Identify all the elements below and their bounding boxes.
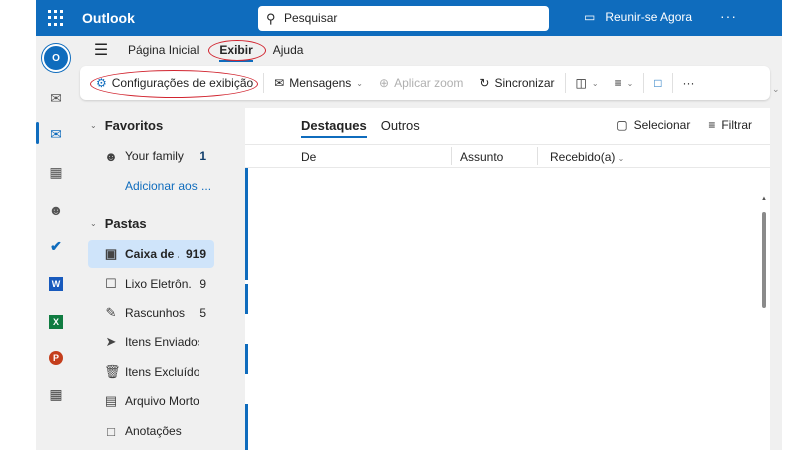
- search-input[interactable]: ⚲ Pesquisar: [258, 6, 549, 31]
- ribbon-tabs: ☰ Página Inicial Exibir Ajuda: [76, 36, 313, 64]
- word-icon[interactable]: W: [48, 277, 64, 291]
- app-name: Outlook: [82, 10, 135, 26]
- column-received[interactable]: Recebido(a) ⌄: [550, 150, 624, 164]
- immersive-reader-button[interactable]: □: [646, 76, 669, 90]
- folder-inbox[interactable]: ▣Caixa de ...919: [88, 240, 214, 268]
- folder-deleted[interactable]: 🗑 Itens Excluídos: [88, 358, 214, 386]
- select-button[interactable]: ▢ Selecionar: [616, 118, 690, 132]
- more-options-button[interactable]: ···: [720, 8, 737, 24]
- chevron-down-icon: ⌄: [90, 121, 97, 130]
- divider: [564, 73, 566, 93]
- outlook-logo-icon[interactable]: O: [42, 44, 70, 72]
- outlook-app: Outlook ⚲ Pesquisar ▭ Reunir-se Agora ··· …: [36, 0, 782, 450]
- column-divider: [537, 147, 538, 165]
- selected-indicator: [36, 122, 39, 144]
- trash-icon: 🗑: [104, 364, 121, 379]
- messages-button[interactable]: ✉ Mensagens ⌄: [266, 76, 371, 90]
- column-subject[interactable]: Assunto: [460, 150, 503, 164]
- folder-junk[interactable]: ☐ Lixo Eletrôn... 9: [88, 270, 214, 298]
- filter-icon: ≡: [708, 118, 716, 132]
- tab-focused[interactable]: Destaques: [301, 118, 367, 138]
- layout-button[interactable]: ◫ ⌄: [568, 76, 607, 90]
- zoom-icon: ⊕: [379, 76, 390, 90]
- tab-other[interactable]: Outros: [381, 118, 420, 138]
- scroll-up-icon[interactable]: ▲: [761, 196, 767, 202]
- archive-icon: ▤: [104, 393, 118, 408]
- drafts-icon: ✎: [105, 305, 117, 320]
- zoom-button[interactable]: ⊕ Aplicar zoom: [371, 76, 471, 90]
- group-icon: ☻: [104, 148, 118, 164]
- annotation-oval: [208, 40, 266, 61]
- folder-notes[interactable]: □ Anotações: [88, 417, 214, 445]
- menu-icon[interactable]: ☰: [84, 40, 118, 60]
- unread-indicator: [245, 404, 248, 450]
- favorites-header[interactable]: ⌄ Favoritos: [90, 118, 163, 133]
- notes-icon: □: [107, 423, 115, 439]
- collapse-ribbon-icon[interactable]: ⌄: [772, 84, 780, 95]
- divider: [263, 73, 265, 93]
- meet-now-button[interactable]: ▭ Reunir-se Agora: [584, 10, 692, 24]
- tab-home[interactable]: Página Inicial: [118, 36, 209, 64]
- sync-icon: ↻: [479, 76, 490, 90]
- divider: [643, 73, 645, 93]
- inbox-icon: ▣: [104, 246, 118, 261]
- folder-archive[interactable]: ▤ Arquivo Morto: [88, 387, 214, 415]
- inbox-tabs: Destaques Outros: [301, 118, 420, 138]
- new-mail-icon[interactable]: ✉: [46, 88, 66, 108]
- app-rail: O ✉ ✉ ▦ ☻ ✔ W X P ▦: [36, 36, 76, 450]
- column-headers: De Assunto Recebido(a) ⌄: [245, 144, 770, 168]
- add-favorite-link[interactable]: Adicionar aos ...: [125, 179, 211, 193]
- sync-button[interactable]: ↻ Sincronizar: [471, 76, 562, 90]
- chevron-down-icon: ⌄: [615, 154, 625, 163]
- junk-icon: ☐: [105, 276, 117, 291]
- folder-your-family[interactable]: ☻ Your family 1: [88, 142, 214, 170]
- column-from[interactable]: De: [301, 150, 316, 164]
- excel-icon[interactable]: X: [48, 315, 63, 329]
- todo-icon[interactable]: ✔: [46, 236, 66, 256]
- powerpoint-icon[interactable]: P: [48, 351, 63, 365]
- reader-icon: □: [654, 76, 662, 90]
- unread-indicator: [245, 284, 248, 314]
- reading-pane-icon: ◫: [575, 76, 587, 90]
- scrollbar-thumb[interactable]: [762, 212, 766, 308]
- apps-icon[interactable]: ▦: [46, 384, 66, 404]
- more-ribbon-button[interactable]: ···: [675, 76, 703, 90]
- scrollbar[interactable]: ▲: [759, 192, 770, 450]
- chevron-down-icon: ⌄: [356, 78, 363, 88]
- tab-help[interactable]: Ajuda: [263, 36, 314, 64]
- mail-icon: ✉: [274, 76, 285, 90]
- app-launcher-icon[interactable]: [48, 10, 64, 26]
- video-icon: ▭: [584, 10, 596, 24]
- annotation-oval: [90, 70, 258, 98]
- column-divider: [451, 147, 452, 165]
- folder-sent[interactable]: ➤ Itens Enviados: [88, 328, 214, 356]
- density-button[interactable]: ≡ ⌄: [607, 76, 642, 90]
- checkbox-icon: ▢: [616, 118, 628, 132]
- chevron-down-icon: ⌄: [90, 219, 97, 228]
- density-icon: ≡: [614, 76, 622, 90]
- list-actions: ▢ Selecionar ≡ Filtrar: [616, 118, 752, 132]
- calendar-icon[interactable]: ▦: [46, 162, 66, 182]
- folders-header[interactable]: ⌄ Pastas: [90, 216, 147, 231]
- chevron-down-icon: ⌄: [591, 78, 599, 88]
- search-icon: ⚲: [266, 11, 276, 26]
- unread-indicator: [245, 344, 248, 374]
- message-list: Destaques Outros ▢ Selecionar ≡ Filtrar De…: [245, 108, 770, 450]
- chevron-down-icon: ⌄: [626, 78, 634, 88]
- unread-indicator: [245, 168, 248, 280]
- mail-icon[interactable]: ✉: [46, 124, 66, 144]
- top-bar: Outlook ⚲ Pesquisar ▭ Reunir-se Agora ···: [36, 0, 782, 36]
- sent-icon: ➤: [105, 334, 117, 349]
- folder-pane: ⌄ Favoritos ☻ Your family 1 Adicionar aos .…: [76, 108, 245, 450]
- people-icon[interactable]: ☻: [46, 200, 66, 220]
- filter-button[interactable]: ≡ Filtrar: [708, 118, 752, 132]
- divider: [671, 73, 673, 93]
- folder-drafts[interactable]: ✎ Rascunhos 5: [88, 299, 214, 327]
